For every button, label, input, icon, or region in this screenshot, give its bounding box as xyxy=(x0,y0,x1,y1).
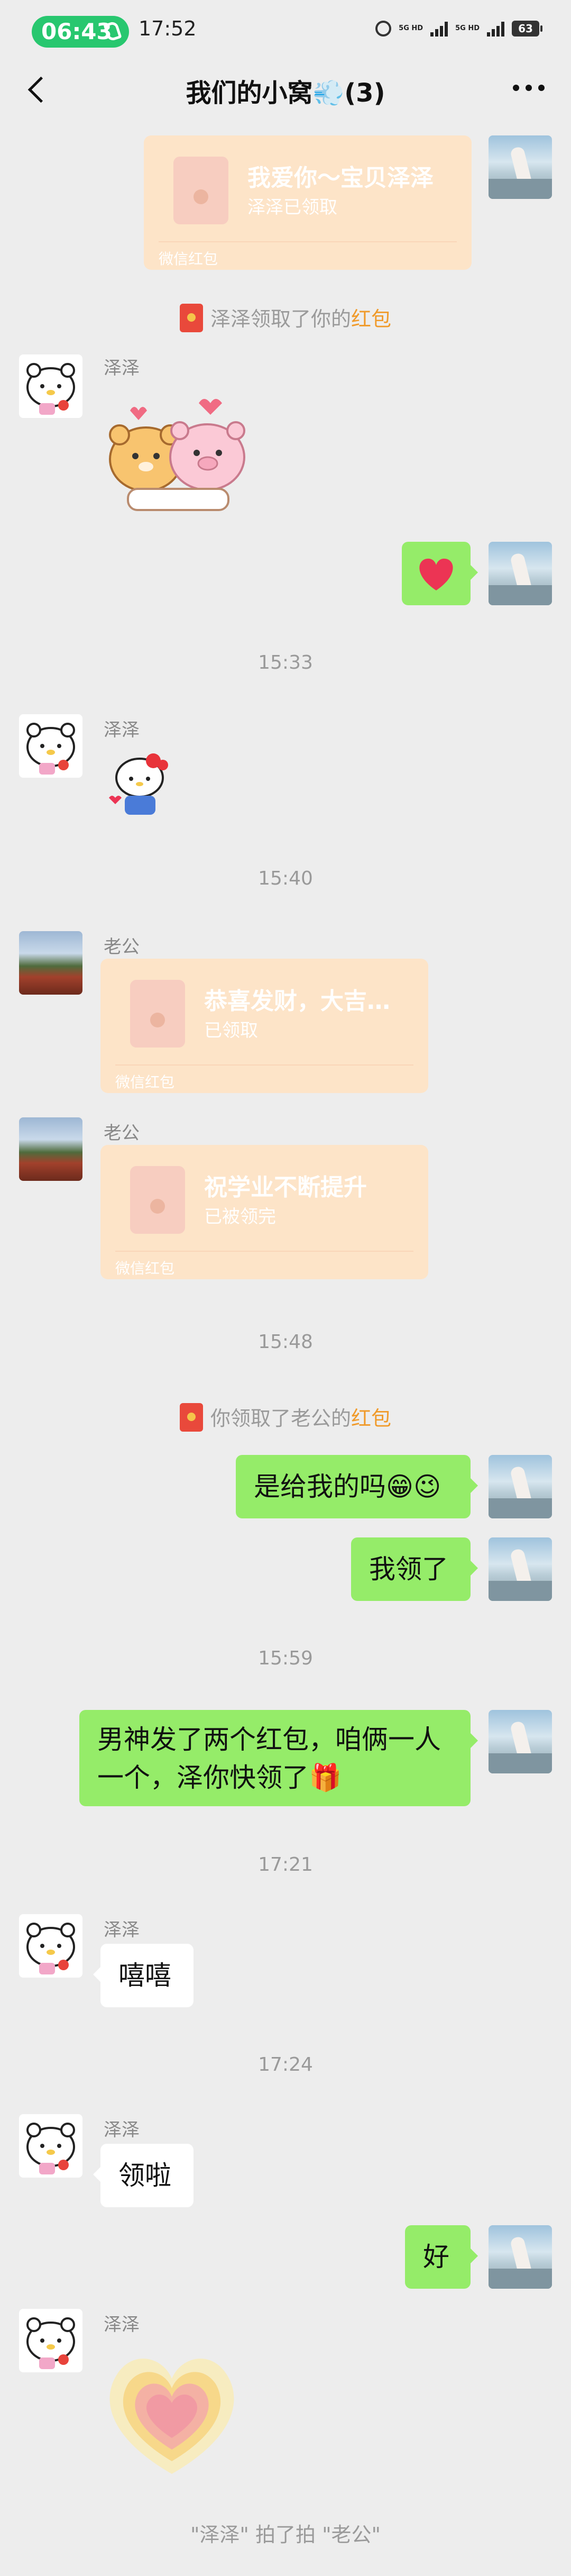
timestamp: 17:24 xyxy=(258,2054,313,2076)
sender-avatar-zeze[interactable] xyxy=(19,2309,82,2372)
more-options-button[interactable] xyxy=(513,85,545,93)
call-time-pill[interactable]: 06:43 xyxy=(32,16,129,48)
red-envelope-icon xyxy=(173,157,228,224)
text-message[interactable]: 领啦 xyxy=(93,2144,194,2207)
red-packet-link[interactable]: 红包 xyxy=(351,307,391,331)
red-packet-card[interactable]: 祝学业不断提升 已被领完 微信红包 xyxy=(100,1145,428,1279)
rainbow-heart-sticker[interactable] xyxy=(100,2349,243,2481)
hello-kitty-sticker[interactable] xyxy=(104,749,172,818)
timestamp: 17:21 xyxy=(258,1854,313,1876)
network-label-1: 5G HD xyxy=(399,24,423,32)
red-packet-label: 微信红包 xyxy=(159,250,218,268)
signal-icon xyxy=(430,21,448,37)
red-packet-status: 泽泽已领取 xyxy=(247,197,337,218)
text-message[interactable]: 男神发了两个红包，咱俩一人一个，泽你快领了🎁 xyxy=(79,1710,478,1806)
my-avatar[interactable] xyxy=(489,2225,552,2289)
sender-avatar-zeze[interactable] xyxy=(19,2114,82,2178)
divider xyxy=(115,1064,413,1066)
text-message[interactable]: 是给我的吗😁😉 xyxy=(236,1455,478,1518)
my-avatar[interactable] xyxy=(489,1710,552,1773)
sender-avatar-laogong[interactable] xyxy=(19,931,82,995)
sender-avatar-zeze[interactable] xyxy=(19,1914,82,1978)
status-icons: 5G HD 5G HD 63 xyxy=(375,18,542,39)
red-envelope-icon xyxy=(130,1166,185,1234)
red-envelope-icon xyxy=(130,980,185,1048)
status-clock: 17:52 xyxy=(139,17,197,40)
text-message[interactable]: 嘻嘻 xyxy=(93,1944,194,2007)
divider xyxy=(115,1251,413,1252)
sender-avatar-zeze[interactable] xyxy=(19,714,82,778)
sender-name: 泽泽 xyxy=(104,2314,140,2335)
red-packet-label: 微信红包 xyxy=(115,1073,175,1091)
heart-emoji-message[interactable] xyxy=(402,542,478,605)
network-label-2: 5G HD xyxy=(455,24,480,32)
battery-icon: 63 xyxy=(512,21,542,37)
call-time: 06:43 xyxy=(41,19,112,44)
bear-pig-sticker[interactable] xyxy=(104,396,252,517)
system-notice: 泽泽领取了你的红包 xyxy=(0,303,571,332)
timestamp: 15:48 xyxy=(258,1331,313,1353)
red-packet-card[interactable]: 恭喜发财，大吉… 已领取 微信红包 xyxy=(100,959,428,1093)
chat-title: 我们的小窝💨(3) xyxy=(186,78,385,108)
red-packet-title: 恭喜发财，大吉… xyxy=(204,988,390,1015)
chat-header: 我们的小窝💨(3) xyxy=(0,58,571,122)
sender-avatar-laogong[interactable] xyxy=(19,1117,82,1181)
sender-name: 老公 xyxy=(104,936,140,958)
sender-name: 泽泽 xyxy=(104,2119,140,2141)
red-packet-status: 已领取 xyxy=(204,1020,258,1041)
red-packet-label: 微信红包 xyxy=(115,1260,175,1277)
status-bar: 06:43 17:52 5G HD 5G HD 63 xyxy=(0,0,571,58)
red-packet-title: 我爱你～宝贝泽泽 xyxy=(247,165,434,192)
timestamp: 15:33 xyxy=(258,652,313,673)
text-message[interactable]: 好 xyxy=(405,2225,478,2289)
alarm-icon xyxy=(375,21,392,37)
my-avatar[interactable] xyxy=(489,1455,552,1518)
sender-name: 泽泽 xyxy=(104,358,140,379)
divider xyxy=(159,241,457,242)
red-packet-icon xyxy=(179,304,203,332)
sender-name: 泽泽 xyxy=(104,720,140,741)
system-notice-text: 你领取了老公的 xyxy=(210,1407,351,1430)
red-packet-title: 祝学业不断提升 xyxy=(204,1174,367,1201)
red-packet-card[interactable]: 我爱你～宝贝泽泽 泽泽已领取 微信红包 xyxy=(144,135,472,270)
my-avatar[interactable] xyxy=(489,542,552,605)
sender-name: 老公 xyxy=(104,1123,140,1144)
red-packet-icon xyxy=(179,1403,203,1432)
my-avatar[interactable] xyxy=(489,1537,552,1601)
red-packet-status: 已被领完 xyxy=(204,1206,276,1227)
sender-name: 泽泽 xyxy=(104,1919,140,1941)
system-notice: 你领取了老公的红包 xyxy=(0,1402,571,1432)
timestamp: 15:40 xyxy=(258,868,313,889)
my-avatar[interactable] xyxy=(489,135,552,199)
timestamp: 15:59 xyxy=(258,1647,313,1669)
system-notice-text: 泽泽领取了你的 xyxy=(210,307,351,331)
sender-avatar-zeze[interactable] xyxy=(19,354,82,418)
heart-icon xyxy=(419,558,453,590)
text-message[interactable]: 我领了 xyxy=(351,1537,478,1601)
pat-notice: "泽泽" 拍了拍 "老公" xyxy=(190,2523,381,2546)
signal-icon-2 xyxy=(487,21,504,37)
red-packet-link[interactable]: 红包 xyxy=(351,1407,391,1430)
